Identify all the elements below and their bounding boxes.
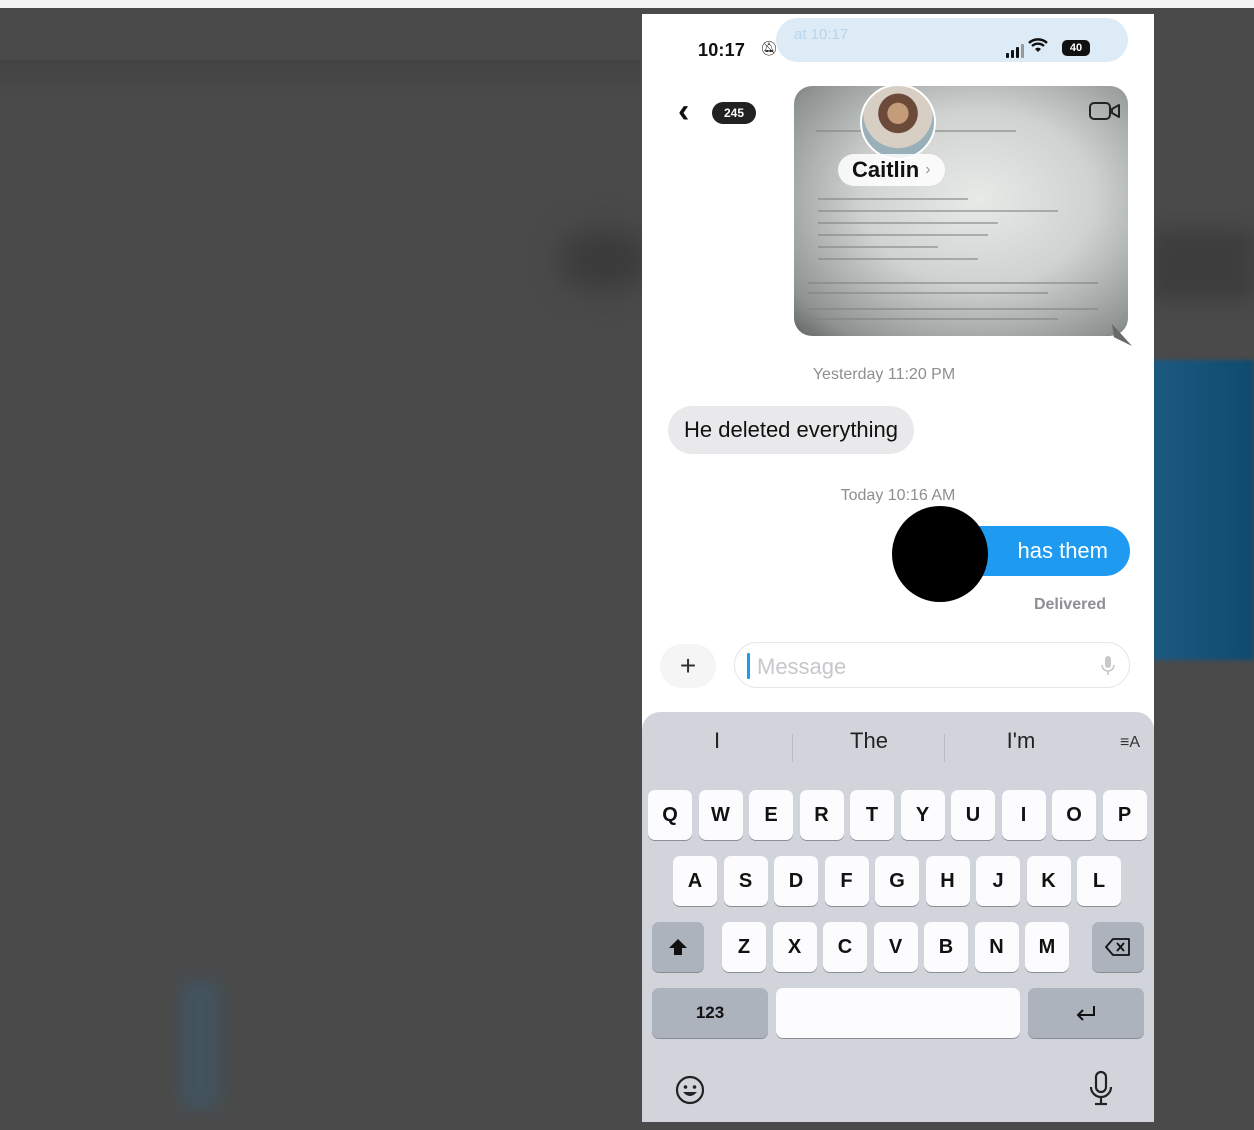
key-i[interactable]: I — [1001, 790, 1046, 840]
status-bar: at 10:17 10:17 🔕︎ 40 — [642, 14, 1154, 74]
key-n[interactable]: N — [974, 922, 1019, 972]
text-format-button[interactable]: ≡A — [1120, 734, 1140, 752]
facetime-video-icon[interactable] — [1088, 100, 1122, 122]
key-p[interactable]: P — [1102, 790, 1147, 840]
dictation-mic-icon[interactable] — [1088, 1070, 1114, 1108]
notification-text: at 10:17 — [794, 26, 849, 43]
shift-key[interactable] — [652, 922, 704, 972]
contact-name-button[interactable]: Caitlin › — [838, 154, 945, 186]
text-cursor — [747, 653, 750, 679]
key-t[interactable]: T — [850, 790, 894, 840]
incoming-message-text: He deleted everything — [684, 417, 899, 442]
dictation-mic-icon[interactable] — [1101, 655, 1115, 677]
timestamp-today: Today 10:16 AM — [840, 487, 956, 504]
key-o[interactable]: O — [1052, 790, 1096, 840]
backdrop-streak — [180, 980, 220, 1110]
timestamp-yesterday: Yesterday 11:20 PM — [812, 366, 956, 383]
key-d[interactable]: D — [774, 856, 818, 906]
numbers-key[interactable]: 123 — [652, 988, 768, 1038]
return-arrow-icon — [1076, 1006, 1095, 1021]
delivery-status: Delivered — [1033, 596, 1106, 613]
key-a[interactable]: A — [673, 856, 717, 906]
contact-avatar[interactable] — [860, 84, 936, 160]
emoji-icon[interactable] — [674, 1074, 706, 1106]
outgoing-message-text: has them — [1017, 538, 1109, 563]
shift-arrow-icon — [669, 939, 687, 955]
shared-image-message[interactable] — [794, 86, 1128, 336]
key-m[interactable]: M — [1025, 922, 1069, 972]
message-input[interactable] — [755, 651, 1079, 683]
message-field[interactable] — [734, 642, 1130, 688]
redaction-circle — [892, 506, 988, 602]
key-g[interactable]: G — [875, 856, 919, 906]
key-y[interactable]: Y — [900, 790, 945, 840]
key-q[interactable]: Q — [648, 790, 692, 840]
key-w[interactable]: W — [698, 790, 743, 840]
delete-key[interactable] — [1092, 922, 1144, 972]
suggestion-2[interactable]: The — [794, 728, 944, 754]
backdrop-blur-right — [1150, 230, 1254, 300]
backdrop-blue-panel — [1150, 360, 1254, 660]
key-s[interactable]: S — [723, 856, 768, 906]
key-x[interactable]: X — [772, 922, 817, 972]
key-l[interactable]: L — [1077, 856, 1121, 906]
key-b[interactable]: B — [924, 922, 968, 972]
key-e[interactable]: E — [749, 790, 793, 840]
status-time: 10:17 — [698, 40, 746, 60]
battery-icon: 40 — [1062, 40, 1090, 56]
return-key[interactable] — [1028, 988, 1144, 1038]
predictive-suggestions: I The I'm ≡A — [642, 724, 1154, 764]
key-c[interactable]: C — [823, 922, 867, 972]
silent-bell-icon: 🔕︎ — [760, 40, 778, 56]
key-f[interactable]: F — [824, 856, 869, 906]
unread-count-badge[interactable]: 245 — [712, 102, 756, 124]
backdrop-blur-shadow — [560, 230, 650, 290]
suggestion-3[interactable]: I'm — [946, 728, 1096, 754]
back-chevron-icon[interactable]: ‹ — [678, 94, 689, 128]
backdrop-top-edge — [0, 0, 1254, 8]
key-z[interactable]: Z — [722, 922, 766, 972]
key-h[interactable]: H — [925, 856, 970, 906]
keyboard: I The I'm ≡A 123 Q W E R T Y U I O P A S… — [642, 712, 1154, 1122]
space-key[interactable] — [776, 988, 1020, 1038]
suggestion-1[interactable]: I — [642, 728, 792, 754]
key-k[interactable]: K — [1026, 856, 1071, 906]
backspace-icon — [1105, 938, 1130, 956]
key-r[interactable]: R — [799, 790, 844, 840]
cellular-signal-icon — [1006, 44, 1024, 58]
add-attachment-button[interactable]: + — [660, 644, 716, 688]
key-v[interactable]: V — [873, 922, 918, 972]
incoming-message-bubble[interactable]: He deleted everything — [668, 406, 915, 454]
wifi-icon — [1028, 38, 1048, 59]
phone-screen: at 10:17 10:17 🔕︎ 40 ‹ 245 Caitlin › Yes… — [642, 14, 1154, 1122]
chevron-right-icon: › — [925, 161, 931, 178]
backdrop-band — [0, 60, 640, 100]
key-u[interactable]: U — [951, 790, 995, 840]
contact-name: Caitlin — [852, 157, 920, 182]
key-j[interactable]: J — [976, 856, 1020, 906]
